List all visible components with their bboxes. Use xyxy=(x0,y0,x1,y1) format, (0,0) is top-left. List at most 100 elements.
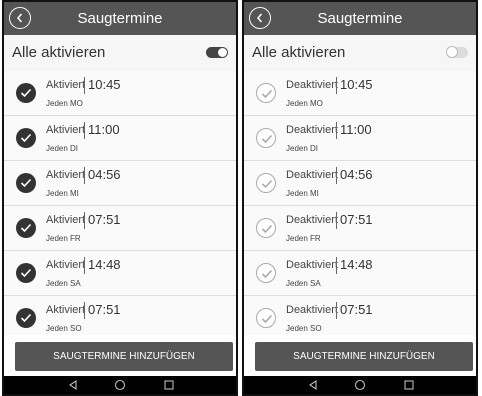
divider xyxy=(336,77,337,94)
schedule-list: Deaktiviert 10:45 Jeden MO Deaktiviert 11:00… xyxy=(244,71,476,335)
checkmark-icon xyxy=(261,314,273,324)
checkmark-icon xyxy=(261,89,273,99)
status-label: Deaktiviert xyxy=(286,259,338,271)
day-label: Jeden MO xyxy=(286,99,323,108)
time-label: 11:00 xyxy=(340,122,372,137)
schedule-item[interactable]: Aktiviert 07:51 Jeden FR xyxy=(4,206,236,251)
schedule-item[interactable]: Deaktiviert 14:48 Jeden SA xyxy=(244,251,476,296)
status-label: Deaktiviert xyxy=(286,214,338,226)
recents-square-icon[interactable] xyxy=(403,379,415,391)
divider xyxy=(84,122,85,139)
schedule-item[interactable]: Aktiviert 10:45 Jeden MO xyxy=(4,71,236,116)
toggle-all-switch[interactable] xyxy=(206,47,228,58)
day-label: Jeden DI xyxy=(46,144,79,153)
toggle-all-label: Alle aktivieren xyxy=(12,44,106,61)
day-label: Jeden MO xyxy=(46,99,83,108)
schedule-item[interactable]: Deaktiviert 10:45 Jeden MO xyxy=(244,71,476,116)
app-header: Saugtermine xyxy=(4,2,236,35)
checkmark-icon xyxy=(261,224,273,234)
divider xyxy=(336,257,337,274)
check-toggle[interactable] xyxy=(16,218,36,238)
toggle-all-row: Alle aktivieren xyxy=(4,35,236,72)
divider xyxy=(84,212,85,229)
divider xyxy=(336,167,337,184)
day-label: Jeden SO xyxy=(286,324,322,333)
day-label: Jeden SO xyxy=(46,324,82,333)
checkmark-icon xyxy=(20,88,32,98)
back-triangle-icon[interactable] xyxy=(307,379,319,391)
status-label: Aktiviert xyxy=(46,169,86,181)
time-label: 07:51 xyxy=(340,302,373,317)
day-label: Jeden FR xyxy=(286,234,321,243)
divider xyxy=(84,302,85,319)
checkmark-icon xyxy=(20,313,32,323)
app-header: Saugtermine xyxy=(244,2,476,35)
time-label: 10:45 xyxy=(88,77,121,92)
checkmark-icon xyxy=(261,269,273,279)
phone-right: Saugtermine Alle aktivieren Deaktiviert 1… xyxy=(242,0,478,396)
checkmark-icon xyxy=(20,223,32,233)
day-label: Jeden MI xyxy=(286,189,319,198)
schedule-item[interactable]: Deaktiviert 07:51 Jeden SO xyxy=(244,296,476,335)
screen: Saugtermine Alle aktivieren Aktiviert 10:… xyxy=(4,2,236,394)
divider xyxy=(84,77,85,94)
page-title: Saugtermine xyxy=(317,10,403,27)
system-navbar xyxy=(4,376,236,394)
check-toggle[interactable] xyxy=(16,308,36,328)
day-label: Jeden DI xyxy=(286,144,319,153)
status-label: Aktiviert xyxy=(46,124,86,136)
schedule-item[interactable]: Deaktiviert 04:56 Jeden MI xyxy=(244,161,476,206)
check-toggle[interactable] xyxy=(16,128,36,148)
time-label: 07:51 xyxy=(88,212,121,227)
home-circle-icon[interactable] xyxy=(354,379,366,391)
check-toggle[interactable] xyxy=(16,83,36,103)
system-navbar xyxy=(244,376,476,394)
switch-knob xyxy=(446,46,458,58)
screen: Saugtermine Alle aktivieren Deaktiviert 1… xyxy=(244,2,476,394)
status-label: Deaktiviert xyxy=(286,304,338,316)
divider xyxy=(336,212,337,229)
checkmark-icon xyxy=(261,179,273,189)
schedule-item[interactable]: Deaktiviert 07:51 Jeden FR xyxy=(244,206,476,251)
time-label: 04:56 xyxy=(340,167,373,182)
schedule-item[interactable]: Aktiviert 11:00 Jeden DI xyxy=(4,116,236,161)
add-schedule-button[interactable]: SAUGTERMINE HINZUFÜGEN xyxy=(255,342,473,371)
status-label: Aktiviert xyxy=(46,79,86,91)
time-label: 14:48 xyxy=(340,257,373,272)
check-toggle[interactable] xyxy=(256,218,276,238)
time-label: 07:51 xyxy=(88,302,121,317)
divider xyxy=(84,167,85,184)
status-label: Aktiviert xyxy=(46,259,86,271)
check-toggle[interactable] xyxy=(16,263,36,283)
status-label: Deaktiviert xyxy=(286,124,338,136)
schedule-item[interactable]: Deaktiviert 11:00 Jeden DI xyxy=(244,116,476,161)
check-toggle[interactable] xyxy=(256,83,276,103)
check-toggle[interactable] xyxy=(16,173,36,193)
time-label: 04:56 xyxy=(88,167,121,182)
check-toggle[interactable] xyxy=(256,308,276,328)
time-label: 14:48 xyxy=(88,257,121,272)
toggle-all-label: Alle aktivieren xyxy=(252,44,346,61)
day-label: Jeden FR xyxy=(46,234,81,243)
day-label: Jeden SA xyxy=(46,279,81,288)
toggle-all-switch[interactable] xyxy=(446,46,468,58)
toggle-all-row: Alle aktivieren xyxy=(244,35,476,72)
schedule-item[interactable]: Aktiviert 04:56 Jeden MI xyxy=(4,161,236,206)
divider xyxy=(84,257,85,274)
check-toggle[interactable] xyxy=(256,263,276,283)
schedule-item[interactable]: Aktiviert 14:48 Jeden SA xyxy=(4,251,236,296)
time-label: 07:51 xyxy=(340,212,373,227)
day-label: Jeden MI xyxy=(46,189,79,198)
recents-square-icon[interactable] xyxy=(163,379,175,391)
home-circle-icon[interactable] xyxy=(114,379,126,391)
back-triangle-icon[interactable] xyxy=(67,379,79,391)
check-toggle[interactable] xyxy=(256,173,276,193)
checkmark-icon xyxy=(261,134,273,144)
add-schedule-button[interactable]: SAUGTERMINE HINZUFÜGEN xyxy=(15,342,233,371)
schedule-item[interactable]: Aktiviert 07:51 Jeden SO xyxy=(4,296,236,335)
time-label: 10:45 xyxy=(340,77,373,92)
check-toggle[interactable] xyxy=(256,128,276,148)
time-label: 11:00 xyxy=(88,122,120,137)
schedule-list: Aktiviert 10:45 Jeden MO Aktiviert 11:00 Jede… xyxy=(4,71,236,335)
checkmark-icon xyxy=(20,133,32,143)
